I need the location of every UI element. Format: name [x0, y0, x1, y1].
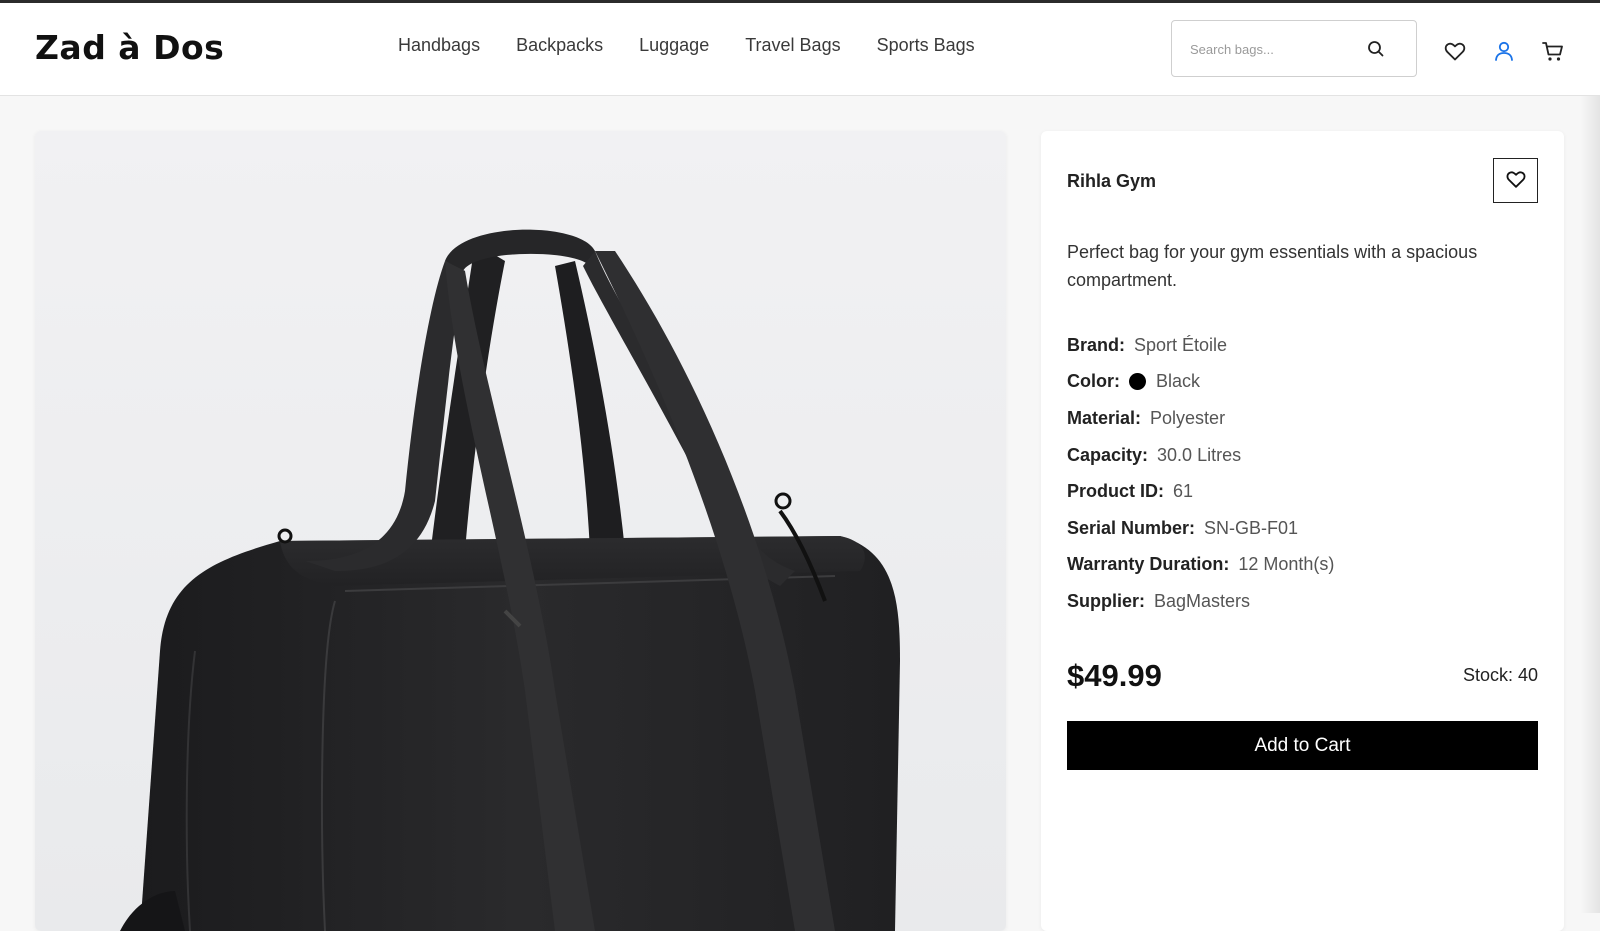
- spec-label: Product ID:: [1067, 481, 1164, 502]
- nav-item-travel-bags[interactable]: Travel Bags: [745, 35, 840, 56]
- search-box: [1171, 20, 1417, 77]
- product-image: [35, 131, 1006, 931]
- spec-label: Color:: [1067, 371, 1120, 392]
- search-input[interactable]: [1190, 39, 1360, 59]
- spec-warranty: Warranty Duration: 12 Month(s): [1067, 547, 1334, 584]
- product-specs: Brand: Sport Étoile Color: Black Materia…: [1067, 327, 1334, 620]
- spec-label: Material:: [1067, 407, 1142, 428]
- wishlist-heart-icon[interactable]: [1443, 39, 1467, 63]
- top-navigation-bar: Zad à Dos Handbags Backpacks Luggage Tra…: [0, 0, 1600, 96]
- spec-label: Serial Number:: [1067, 517, 1196, 538]
- nav-item-backpacks[interactable]: Backpacks: [516, 35, 603, 56]
- product-description: Perfect bag for your gym essentials with…: [1067, 242, 1478, 290]
- spec-value: 61: [1173, 481, 1194, 502]
- user-account-icon[interactable]: [1492, 39, 1516, 63]
- add-to-cart-button[interactable]: Add to Cart: [1067, 721, 1538, 770]
- duffle-bag-image: [120, 229, 900, 931]
- color-swatch: [1129, 373, 1146, 391]
- spec-serial-number: Serial Number: SN-GB-F01: [1067, 510, 1334, 547]
- product-details-panel: Rihla Gym Perfect bag for your gym essen…: [1041, 131, 1564, 931]
- category-nav: Handbags Backpacks Luggage Travel Bags S…: [398, 35, 975, 56]
- nav-item-luggage[interactable]: Luggage: [639, 35, 709, 56]
- product-price: $49.99: [1067, 658, 1162, 693]
- spec-color: Color: Black: [1067, 364, 1334, 401]
- add-to-wishlist-button[interactable]: [1493, 158, 1538, 203]
- spec-label: Brand:: [1067, 334, 1125, 355]
- nav-item-handbags[interactable]: Handbags: [398, 35, 480, 56]
- spec-value: Sport Étoile: [1134, 334, 1228, 355]
- spec-value: SN-GB-F01: [1204, 517, 1299, 538]
- spec-label: Warranty Duration:: [1067, 554, 1230, 575]
- spec-value: Polyester: [1150, 407, 1226, 428]
- product-title: Rihla Gym: [1067, 171, 1157, 191]
- spec-capacity: Capacity: 30.0 Litres: [1067, 437, 1334, 474]
- spec-value: Black: [1156, 371, 1201, 392]
- spec-material: Material: Polyester: [1067, 400, 1334, 437]
- spec-label: Capacity:: [1067, 444, 1149, 465]
- spec-value: 30.0 Litres: [1157, 444, 1242, 465]
- spec-product-id: Product ID: 61: [1067, 473, 1334, 510]
- search-icon[interactable]: [1366, 39, 1386, 59]
- shopping-cart-icon[interactable]: [1541, 39, 1565, 63]
- stock-count: Stock: 40: [1462, 665, 1538, 685]
- spec-label: Supplier:: [1067, 590, 1146, 611]
- spec-value: BagMasters: [1154, 590, 1251, 611]
- spec-supplier: Supplier: BagMasters: [1067, 583, 1334, 620]
- heart-icon: [1505, 168, 1527, 193]
- spec-value: 12 Month(s): [1238, 554, 1335, 575]
- site-logo[interactable]: Zad à Dos: [35, 28, 224, 67]
- scroll-edge-shadow: [1580, 96, 1600, 913]
- spec-brand: Brand: Sport Étoile: [1067, 327, 1334, 364]
- nav-item-sports-bags[interactable]: Sports Bags: [877, 35, 975, 56]
